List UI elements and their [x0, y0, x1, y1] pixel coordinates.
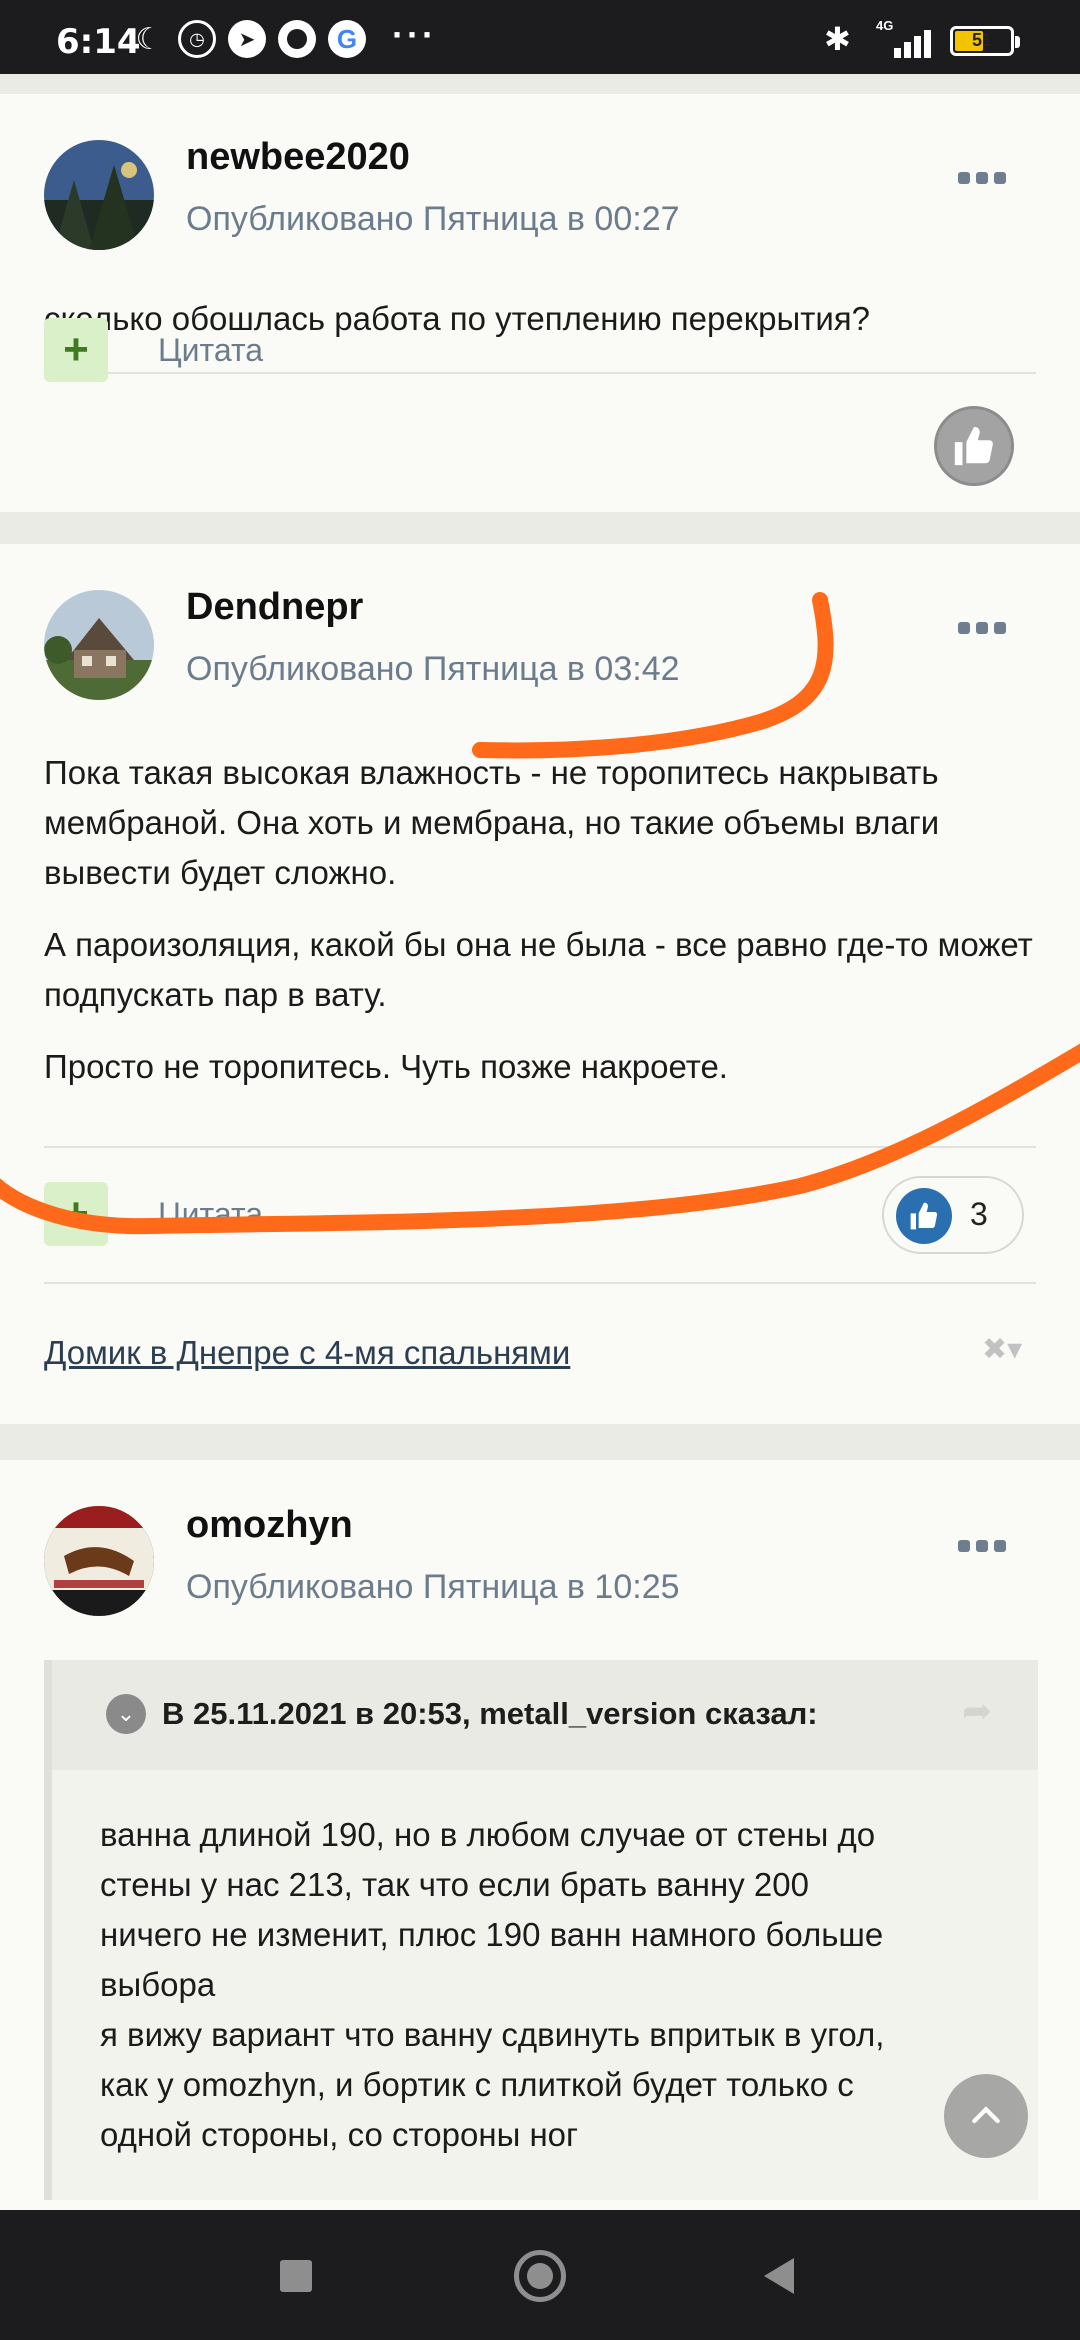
post-date[interactable]: Опубликовано Пятница в 10:25 — [186, 1568, 680, 1607]
avatar[interactable] — [44, 140, 154, 250]
share-icon[interactable]: ➦ — [962, 1690, 992, 1732]
quote-link[interactable]: Цитата — [158, 1196, 263, 1233]
post-paragraph: Пока такая высокая влажность - не торопи… — [44, 754, 940, 891]
like-count-button[interactable]: 3 — [882, 1176, 1024, 1254]
thumbs-up-icon — [896, 1188, 952, 1244]
avatar[interactable] — [44, 590, 154, 700]
post-author[interactable]: Dendnepr — [186, 586, 363, 629]
divider — [44, 1282, 1036, 1284]
multiquote-plus-button[interactable]: + — [44, 1182, 108, 1246]
alarm-icon: ◷ — [178, 20, 216, 58]
quote-header[interactable]: ⌄ В 25.11.2021 в 20:53, metall_version с… — [52, 1660, 1038, 1770]
post-date[interactable]: Опубликовано Пятница в 00:27 — [186, 200, 680, 239]
post-date[interactable]: Опубликовано Пятница в 03:42 — [186, 650, 680, 689]
quote-line: я вижу вариант что ванну сдвинуть вприты… — [100, 2016, 885, 2053]
post-paragraph: Просто не торопитесь. Чуть позже накроет… — [44, 1048, 728, 1085]
status-bar: 6:14 ☾ ◷ ➤ G ··· ✱ 4G 51 — [0, 0, 1080, 74]
quote-text: ванна длиной 190, но в любом случае от с… — [100, 1810, 1020, 2160]
like-button[interactable] — [934, 406, 1014, 486]
more-notifications-icon: ··· — [392, 14, 437, 55]
like-count: 3 — [970, 1196, 988, 1232]
quote-block: ⌄ В 25.11.2021 в 20:53, metall_version с… — [44, 1660, 1038, 2200]
chevron-up-icon — [972, 2106, 1000, 2124]
moon-icon: ☾ — [135, 22, 163, 56]
quote-line: стены у нас 213, так что если брать ванн… — [100, 1866, 809, 1903]
signal-icon: 4G — [870, 18, 940, 62]
post-author[interactable]: omozhyn — [186, 1504, 353, 1547]
quote-line: ванна длиной 190, но в любом случае от с… — [100, 1816, 876, 1853]
bluetooth-icon: ✱ — [824, 21, 851, 57]
quote-link[interactable]: Цитата — [158, 332, 263, 369]
quote-line: как у omozhyn, и бортик с плиткой будет … — [100, 2066, 854, 2103]
thumbs-up-icon — [954, 426, 993, 466]
divider — [44, 1146, 1036, 1148]
quote-line: выбора — [100, 1966, 216, 2003]
post-author[interactable]: newbee2020 — [186, 136, 410, 179]
quote-line: ничего не изменит, плюс 190 ванн намного… — [100, 1916, 884, 1953]
post-paragraph: А пароизоляция, какой бы она не была - в… — [44, 926, 1033, 1013]
back-button[interactable] — [764, 2258, 794, 2294]
avatar[interactable] — [44, 1506, 154, 1616]
chevron-down-icon[interactable]: ⌄ — [106, 1694, 146, 1734]
google-icon: G — [328, 20, 366, 58]
scroll-to-top-button[interactable] — [944, 2074, 1028, 2158]
quote-line: одной стороны, со стороны ног — [100, 2116, 579, 2153]
multiquote-plus-button[interactable]: + — [44, 318, 108, 382]
post-card: Dendnepr Опубликовано Пятница в 03:42 По… — [0, 544, 1080, 1424]
recent-apps-button[interactable] — [280, 2260, 312, 2292]
quote-citation: В 25.11.2021 в 20:53, metall_version ска… — [162, 1696, 818, 1731]
more-icon[interactable] — [958, 172, 1008, 186]
close-signature-icon[interactable]: ✖▾ — [982, 1332, 1022, 1367]
signature-link[interactable]: Домик в Днепре с 4-мя спальнями — [44, 1334, 570, 1372]
more-icon[interactable] — [958, 622, 1008, 636]
battery-icon: 51 — [950, 26, 1020, 56]
more-icon[interactable] — [958, 1540, 1008, 1554]
divider — [44, 372, 1036, 374]
status-time: 6:14 — [56, 22, 141, 62]
app-icon — [278, 20, 316, 58]
home-button[interactable] — [514, 2250, 566, 2302]
system-nav-bar — [0, 2210, 1080, 2340]
telegram-icon: ➤ — [228, 20, 266, 58]
post-card: newbee2020 Опубликовано Пятница в 00:27 … — [0, 94, 1080, 512]
post-content: Пока такая высокая влажность - не торопи… — [44, 748, 1044, 1114]
